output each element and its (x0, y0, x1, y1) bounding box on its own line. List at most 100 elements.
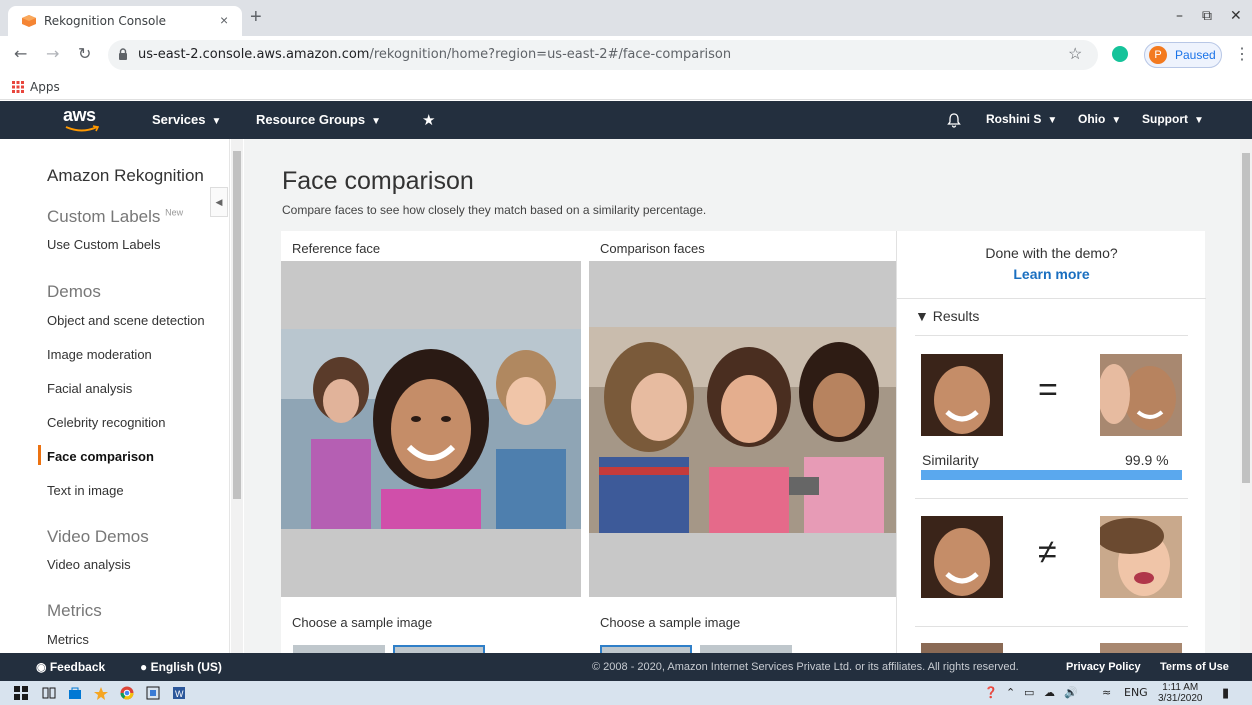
show-hidden-icons[interactable]: ⌃ (1006, 686, 1015, 699)
store-icon[interactable] (68, 686, 82, 700)
battery-icon[interactable]: ▭ (1024, 686, 1034, 699)
tab-close-icon[interactable]: × (220, 12, 228, 28)
reload-icon[interactable]: ↻ (78, 44, 91, 63)
sidebar-item-object-scene-detection[interactable]: Object and scene detection (47, 313, 205, 328)
bookmarks-bar: Apps (0, 74, 1252, 100)
similarity-value: 99.9 % (1125, 452, 1169, 468)
divider (915, 626, 1188, 627)
pinned-app-icon[interactable] (94, 686, 108, 700)
reference-face-thumbnail (921, 516, 1003, 598)
sidebar-item-text-in-image[interactable]: Text in image (47, 483, 124, 498)
resource-groups-menu[interactable]: Resource Groups ▼ (256, 112, 381, 127)
browser-tab[interactable]: Rekognition Console × (8, 6, 242, 36)
grammarly-icon[interactable] (1112, 46, 1128, 62)
sample-thumbnail[interactable] (293, 645, 385, 653)
wifi-icon[interactable]: ≈ (1102, 686, 1111, 699)
reference-image-area[interactable] (281, 261, 581, 597)
sample-thumbnail-selected[interactable] (393, 645, 485, 653)
rekognition-favicon-icon (22, 15, 36, 27)
terms-of-use-link[interactable]: Terms of Use (1160, 661, 1229, 673)
input-language[interactable]: ENG (1124, 686, 1148, 699)
sidebar-item-celebrity-recognition[interactable]: Celebrity recognition (47, 415, 166, 430)
reference-photo (281, 329, 581, 529)
match-not-equal-icon: ≠ (1038, 533, 1057, 571)
feedback-button[interactable]: ◉ Feedback (36, 660, 105, 674)
services-menu[interactable]: Services ▼ (152, 112, 221, 127)
task-view-icon[interactable] (42, 686, 56, 700)
main-scrollbar[interactable] (1240, 139, 1252, 653)
system-clock[interactable]: 1:11 AM 3/31/2020 (1158, 682, 1203, 704)
sidebar-item-face-comparison[interactable]: Face comparison (47, 449, 154, 464)
sidebar-item-facial-analysis[interactable]: Facial analysis (47, 381, 132, 396)
comparison-image-area[interactable] (589, 261, 896, 597)
reference-face-label: Reference face (292, 241, 381, 256)
pin-icon[interactable]: ★ (422, 111, 435, 129)
sample-thumbnail[interactable] (700, 645, 792, 653)
sidebar-scrollbar[interactable] (231, 139, 243, 653)
choose-sample-label-comparison: Choose a sample image (600, 615, 741, 630)
volume-icon[interactable]: 🔊 (1064, 686, 1078, 699)
sidebar: Amazon Rekognition Custom Labels New Use… (0, 139, 230, 653)
sidebar-item-image-moderation[interactable]: Image moderation (47, 347, 152, 362)
page-title: Face comparison (282, 167, 474, 195)
similarity-bar-fill (921, 470, 1182, 480)
aws-logo[interactable]: aws (63, 105, 103, 135)
user-menu[interactable]: Roshini S ▼ (986, 112, 1057, 126)
video-demos-heading: Video Demos (47, 527, 149, 546)
back-icon[interactable]: ← (14, 44, 27, 63)
svg-text:W: W (175, 689, 184, 699)
region-menu[interactable]: Ohio ▼ (1078, 112, 1121, 126)
apps-bookmark[interactable]: Apps (30, 80, 60, 94)
tab-title: Rekognition Console (44, 14, 167, 28)
notifications-icon[interactable]: ▮ (1222, 686, 1229, 701)
results-panel: Done with the demo? Learn more ▼ Results… (896, 231, 1206, 653)
app-icon[interactable] (146, 686, 160, 700)
new-tab-button[interactable]: + (250, 6, 262, 29)
windows-start-icon[interactable] (14, 686, 28, 700)
avatar: P (1149, 46, 1167, 64)
window-close-icon[interactable]: ✕ (1230, 8, 1242, 24)
similarity-bar (921, 470, 1182, 480)
collapse-sidebar-button[interactable]: ◀ (210, 187, 228, 217)
sidebar-item-use-custom-labels[interactable]: Use Custom Labels (47, 237, 160, 252)
help-icon[interactable]: ❓ (984, 686, 998, 699)
main-scroll-thumb[interactable] (1242, 153, 1250, 483)
minimize-icon[interactable]: – (1176, 8, 1183, 24)
browser-tab-strip: Rekognition Console × + – ⧉ ✕ (0, 0, 1252, 36)
restore-icon[interactable]: ⧉ (1202, 8, 1212, 24)
aws-smile-icon (65, 125, 99, 132)
word-icon[interactable]: W (172, 686, 186, 700)
choose-sample-label-reference: Choose a sample image (292, 615, 433, 630)
face-thumbnail (1100, 643, 1182, 653)
sidebar-title[interactable]: Amazon Rekognition (47, 166, 204, 186)
done-with-demo-text: Done with the demo? (985, 245, 1118, 261)
bell-icon[interactable] (946, 112, 962, 128)
profile-button[interactable]: P Paused (1144, 42, 1222, 68)
copyright-text: © 2008 - 2020, Amazon Internet Services … (592, 661, 1019, 673)
language-selector[interactable]: ● English (US) (140, 660, 222, 674)
demos-heading: Demos (47, 282, 101, 301)
reference-face-thumbnail (921, 643, 1003, 653)
apps-icon[interactable] (12, 81, 24, 93)
new-badge: New (165, 207, 184, 218)
demo-panel: Reference face Comparison faces Choose a… (281, 231, 1206, 653)
forward-icon[interactable]: → (46, 44, 59, 63)
address-bar[interactable]: us-east-2.console.aws.amazon.com/rekogni… (108, 40, 1098, 70)
active-indicator (38, 445, 41, 465)
learn-more-link[interactable]: Learn more (897, 266, 1206, 282)
page-subtitle: Compare faces to see how closely they ma… (282, 203, 707, 217)
sample-thumbnail-selected[interactable] (600, 645, 692, 653)
results-toggle[interactable]: ▼ Results (915, 308, 979, 324)
chrome-icon[interactable] (120, 686, 134, 700)
profile-status: Paused (1175, 48, 1216, 62)
divider (915, 498, 1188, 499)
sidebar-scroll-thumb[interactable] (233, 151, 241, 499)
onedrive-icon[interactable]: ☁ (1044, 686, 1055, 699)
bookmark-star-icon[interactable]: ☆ (1068, 44, 1082, 64)
privacy-policy-link[interactable]: Privacy Policy (1066, 661, 1141, 673)
browser-menu-icon[interactable]: ⋮ (1234, 44, 1250, 64)
main-content: Face comparison Compare faces to see how… (244, 139, 1240, 653)
sidebar-item-metrics[interactable]: Metrics (47, 632, 89, 647)
support-menu[interactable]: Support ▼ (1142, 112, 1204, 126)
sidebar-item-video-analysis[interactable]: Video analysis (47, 557, 131, 572)
